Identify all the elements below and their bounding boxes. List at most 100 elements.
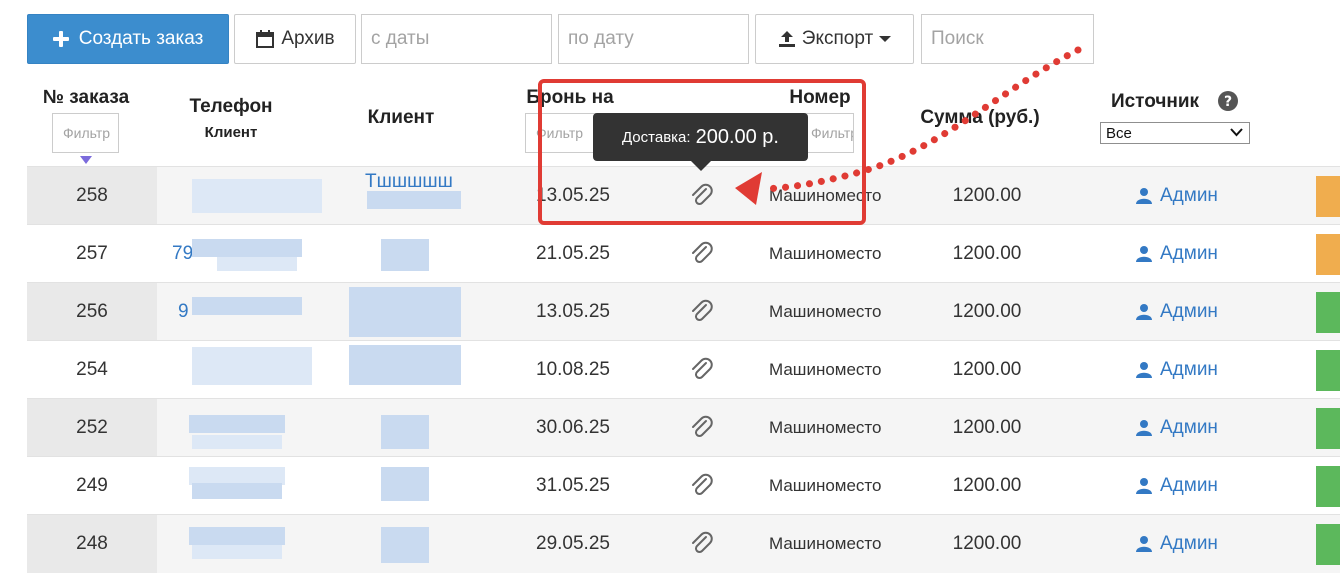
redacted-client (381, 527, 429, 563)
order-id[interactable]: 258 (27, 167, 157, 225)
order-id[interactable]: 249 (27, 457, 157, 515)
phone-link[interactable]: 9 (178, 283, 189, 341)
caret-down-icon (879, 36, 892, 42)
user-icon (1136, 246, 1152, 262)
archive-label: Архив (281, 28, 335, 49)
date-to-placeholder: по дату (568, 28, 634, 49)
parking-place: Машиноместо (769, 418, 882, 437)
paperclip-icon (692, 415, 713, 438)
col-header-phone[interactable]: Телефон (170, 96, 292, 118)
order-id[interactable]: 257 (27, 225, 157, 283)
redacted-phone (192, 347, 312, 385)
status-indicator (1316, 176, 1340, 217)
source-link[interactable]: Админ (1135, 283, 1255, 341)
redacted-phone (192, 179, 322, 213)
status-indicator (1316, 466, 1340, 507)
tooltip-label: Доставка: (621, 128, 691, 146)
search-input[interactable]: Поиск (921, 14, 1094, 64)
col-header-source[interactable]: Источник (1100, 91, 1210, 113)
source-link[interactable]: Админ (1135, 399, 1255, 457)
source-select[interactable]: Все (1100, 122, 1250, 144)
status-indicator (1316, 234, 1340, 275)
paperclip-icon (692, 299, 713, 322)
source-label: Админ (1160, 359, 1218, 380)
parking-place: Машиноместо (769, 534, 882, 553)
date-from-input[interactable]: с даты (361, 14, 552, 64)
redacted-phone-sub (192, 435, 282, 449)
status-indicator (1316, 524, 1340, 565)
source-label: Админ (1160, 533, 1218, 554)
status-indicator (1316, 292, 1340, 333)
col-header-client[interactable]: Клиент (342, 107, 460, 129)
order-id[interactable]: 248 (27, 515, 157, 573)
archive-button[interactable]: Архив (234, 14, 356, 64)
tooltip-value: 200.00 р. (695, 125, 779, 148)
user-icon (1136, 304, 1152, 320)
order-id[interactable]: 256 (27, 283, 157, 341)
source-link[interactable]: Админ (1135, 457, 1255, 515)
status-indicator (1316, 350, 1340, 391)
redacted-client (381, 467, 429, 501)
order-id[interactable]: 254 (27, 341, 157, 399)
table-row[interactable]: 257 79 21.05.25 Машиноместо 1200.00 Адми… (27, 224, 1340, 283)
table-row[interactable]: 248 29.05.25 Машиноместо 1200.00 Админ (27, 514, 1340, 573)
redacted-phone-sub (192, 483, 282, 499)
source-label: Админ (1160, 185, 1218, 206)
order-sum: 1200.00 (952, 301, 1022, 322)
redacted-client (381, 239, 429, 271)
user-icon (1136, 188, 1152, 204)
select-chevron-icon (1230, 128, 1243, 137)
source-label: Админ (1160, 301, 1218, 322)
col-header-sum[interactable]: Сумма (руб.) (900, 107, 1060, 129)
export-button[interactable]: Экспорт (755, 14, 914, 64)
table-row[interactable]: 249 31.05.25 Машиноместо 1200.00 Админ (27, 456, 1340, 515)
redacted-phone-sub (217, 257, 297, 271)
upload-icon (778, 31, 795, 47)
order-no-filter[interactable]: Фильтр (52, 113, 119, 153)
order-sum: 1200.00 (952, 417, 1022, 438)
search-placeholder: Поиск (931, 28, 984, 49)
help-icon[interactable]: ? (1217, 90, 1239, 112)
source-link[interactable]: Админ (1135, 341, 1255, 399)
source-select-value: Все (1106, 124, 1132, 142)
redacted-client (381, 415, 429, 449)
table-row[interactable]: 256 9 13.05.25 Машиноместо 1200.00 Админ (27, 282, 1340, 341)
redacted-phone-sub (192, 545, 282, 559)
source-link[interactable]: Админ (1135, 225, 1255, 283)
attachment[interactable] (685, 283, 719, 341)
user-icon (1136, 536, 1152, 552)
export-label: Экспорт (801, 28, 874, 49)
sort-arrow-icon[interactable] (80, 156, 92, 164)
source-link[interactable]: Админ (1135, 167, 1255, 225)
source-label: Админ (1160, 417, 1218, 438)
booking-date: 31.05.25 (536, 475, 610, 496)
svg-text:?: ? (1224, 94, 1232, 110)
create-order-label: Создать заказ (78, 28, 204, 49)
source-link[interactable]: Админ (1135, 515, 1255, 573)
table-row[interactable]: 252 30.06.25 Машиноместо 1200.00 Админ (27, 398, 1340, 457)
booking-date: 10.08.25 (536, 359, 610, 380)
parking-place: Машиноместо (769, 476, 882, 495)
delivery-tooltip: Доставка: 200.00 р. (593, 113, 808, 171)
attachment[interactable] (685, 399, 719, 457)
order-sum: 1200.00 (952, 533, 1022, 554)
source-label: Админ (1160, 243, 1218, 264)
order-sum: 1200.00 (952, 359, 1022, 380)
phone-link[interactable]: 79 (172, 225, 193, 283)
user-icon (1136, 420, 1152, 436)
attachment[interactable] (685, 515, 719, 573)
create-order-button[interactable]: Создать заказ (27, 14, 229, 64)
date-to-input[interactable]: по дату (558, 14, 749, 64)
order-sum: 1200.00 (952, 475, 1022, 496)
attachment[interactable] (685, 225, 719, 283)
order-id[interactable]: 252 (27, 399, 157, 457)
plus-icon (52, 31, 69, 47)
col-header-order-no[interactable]: № заказа (27, 87, 145, 109)
paperclip-icon (692, 473, 713, 496)
redacted-phone (192, 239, 302, 257)
booking-date: 21.05.25 (536, 243, 610, 264)
attachment[interactable] (685, 341, 719, 399)
attachment[interactable] (685, 457, 719, 515)
table-row[interactable]: 254 10.08.25 Машиноместо 1200.00 Админ (27, 340, 1340, 399)
source-label: Админ (1160, 475, 1218, 496)
